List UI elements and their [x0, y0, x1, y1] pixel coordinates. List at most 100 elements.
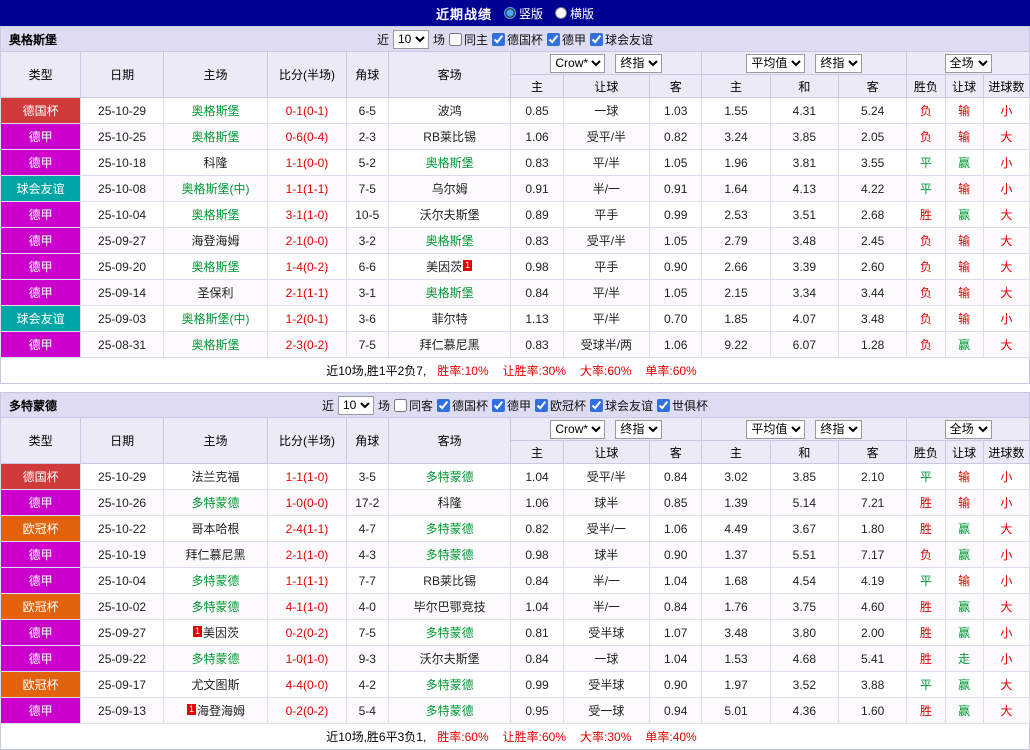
odds-source-select[interactable]: Crow* [550, 419, 606, 439]
score-cell[interactable]: 1-0(1-0) [267, 645, 347, 672]
team-link[interactable]: 哥本哈根 [192, 522, 240, 536]
league-filter-checkbox[interactable]: 德国杯 [436, 397, 488, 414]
team-link[interactable]: 波鸿 [438, 104, 462, 118]
score-cell[interactable]: 1-1(1-1) [267, 175, 347, 202]
team-link[interactable]: 多特蒙德 [426, 470, 474, 484]
league-checkbox-input[interactable] [657, 398, 671, 412]
league-checkbox-input[interactable] [590, 32, 604, 46]
team-link[interactable]: 多特蒙德 [426, 678, 474, 692]
layout-option-vertical[interactable]: 竖版 [503, 5, 543, 22]
odds-source-select[interactable]: 终指 [615, 53, 663, 73]
team-link[interactable]: 科隆 [204, 156, 228, 170]
team-link[interactable]: 沃尔夫斯堡 [420, 652, 480, 666]
team-link[interactable]: 海登海姆 [197, 704, 245, 718]
score-cell[interactable]: 4-4(0-0) [267, 671, 347, 698]
score-cell[interactable]: 1-4(0-2) [267, 253, 347, 280]
score-cell[interactable]: 0-2(0-2) [267, 697, 347, 724]
team-link[interactable]: 奥格斯堡 [426, 234, 474, 248]
horizontal-layout-radio[interactable] [555, 7, 567, 19]
team-link[interactable]: 奥格斯堡(中) [182, 182, 250, 196]
recent-count-select[interactable]: 10 [392, 29, 429, 49]
team-link[interactable]: 多特蒙德 [426, 626, 474, 640]
score-cell[interactable]: 2-3(0-2) [267, 331, 347, 358]
team-link[interactable]: 多特蒙德 [192, 652, 240, 666]
column-header: 主场 [162, 51, 269, 98]
team-link[interactable]: RB莱比锡 [423, 130, 476, 144]
odds-source-select[interactable]: Crow* [550, 53, 606, 73]
league-checkbox-input[interactable] [590, 398, 604, 412]
score-cell[interactable]: 1-0(0-0) [267, 489, 347, 516]
venue-filter-checkbox[interactable]: 同客 [393, 397, 433, 414]
recent-count-select[interactable]: 10 [337, 395, 374, 415]
odds-source-select[interactable]: 终指 [615, 419, 663, 439]
score-cell[interactable]: 2-1(1-1) [267, 279, 347, 306]
result-goals: 大 [982, 593, 1030, 620]
odds-source-select[interactable]: 平均值 [746, 419, 806, 439]
team-link[interactable]: 多特蒙德 [426, 704, 474, 718]
odds-source-select[interactable]: 全场 [944, 419, 992, 439]
vertical-layout-radio[interactable] [503, 7, 516, 19]
team-link[interactable]: 多特蒙德 [426, 548, 474, 562]
score-cell[interactable]: 0-2(0-2) [267, 619, 347, 646]
score-cell[interactable]: 3-1(1-0) [267, 201, 347, 228]
league-checkbox-input[interactable] [436, 398, 450, 412]
team-link[interactable]: 尤文图斯 [192, 678, 240, 692]
team-link[interactable]: 海登海姆 [192, 234, 240, 248]
team-link[interactable]: 沃尔夫斯堡 [420, 208, 480, 222]
score-cell[interactable]: 1-1(0-0) [267, 149, 347, 176]
league-filter-checkbox[interactable]: 世俱杯 [657, 397, 708, 414]
team-link[interactable]: RB莱比锡 [423, 574, 476, 588]
score-cell[interactable]: 2-1(0-0) [267, 227, 347, 254]
team-link[interactable]: 奥格斯堡 [192, 130, 240, 144]
league-filter-checkbox[interactable]: 球会友谊 [590, 31, 653, 48]
score-cell[interactable]: 2-4(1-1) [267, 515, 347, 542]
team-link[interactable]: 多特蒙德 [192, 574, 240, 588]
league-filter-checkbox[interactable]: 德甲 [492, 397, 531, 414]
score-cell[interactable]: 4-1(1-0) [267, 593, 347, 620]
team-link[interactable]: 法兰克福 [192, 470, 240, 484]
team-link[interactable]: 多特蒙德 [192, 600, 240, 614]
team-link[interactable]: 菲尔特 [432, 312, 468, 326]
league-checkbox-input[interactable] [535, 398, 549, 412]
score-cell[interactable]: 1-1(1-1) [267, 567, 347, 594]
venue-checkbox-input[interactable] [448, 32, 462, 46]
league-filter-checkbox[interactable]: 球会友谊 [590, 397, 653, 414]
team-link[interactable]: 乌尔姆 [432, 182, 468, 196]
odds-source-select[interactable]: 平均值 [746, 53, 806, 73]
team-link[interactable]: 奥格斯堡 [192, 260, 240, 274]
team-link[interactable]: 毕尔巴鄂竞技 [414, 600, 486, 614]
league-checkbox-input[interactable] [492, 32, 505, 46]
layout-option-horizontal[interactable]: 横版 [555, 5, 594, 22]
odds-source-select[interactable]: 全场 [944, 53, 992, 73]
team-link[interactable]: 奥格斯堡(中) [182, 312, 250, 326]
score-cell[interactable]: 1-1(1-0) [267, 463, 347, 490]
team-link[interactable]: 多特蒙德 [426, 522, 474, 536]
venue-checkbox-input[interactable] [393, 398, 407, 412]
league-filter-checkbox[interactable]: 德国杯 [492, 31, 543, 48]
team-link[interactable]: 奥格斯堡 [426, 156, 474, 170]
team-link[interactable]: 美因茨 [426, 260, 462, 274]
league-cell: 德甲 [0, 227, 82, 254]
team-link[interactable]: 拜仁慕尼黑 [186, 548, 246, 562]
asian-home-odds: 0.83 [510, 227, 564, 254]
score-cell[interactable]: 2-1(1-0) [267, 541, 347, 568]
league-filter-checkbox[interactable]: 德甲 [547, 31, 586, 48]
odds-source-select[interactable]: 终指 [815, 419, 863, 439]
team-link[interactable]: 奥格斯堡 [192, 104, 240, 118]
team-link[interactable]: 美因茨 [203, 626, 239, 640]
league-checkbox-input[interactable] [492, 398, 505, 412]
venue-filter-checkbox[interactable]: 同主 [448, 31, 488, 48]
team-link[interactable]: 多特蒙德 [192, 496, 240, 510]
score-cell[interactable]: 0-1(0-1) [267, 97, 347, 124]
team-link[interactable]: 拜仁慕尼黑 [420, 338, 480, 352]
score-cell[interactable]: 0-6(0-4) [267, 123, 347, 150]
team-link[interactable]: 奥格斯堡 [192, 208, 240, 222]
odds-source-select[interactable]: 终指 [815, 53, 863, 73]
team-link[interactable]: 奥格斯堡 [426, 286, 474, 300]
team-link[interactable]: 奥格斯堡 [192, 338, 240, 352]
team-link[interactable]: 圣保利 [198, 286, 234, 300]
score-cell[interactable]: 1-2(0-1) [267, 305, 347, 332]
team-link[interactable]: 科隆 [438, 496, 462, 510]
league-filter-checkbox[interactable]: 欧冠杯 [535, 397, 586, 414]
league-checkbox-input[interactable] [547, 32, 561, 46]
